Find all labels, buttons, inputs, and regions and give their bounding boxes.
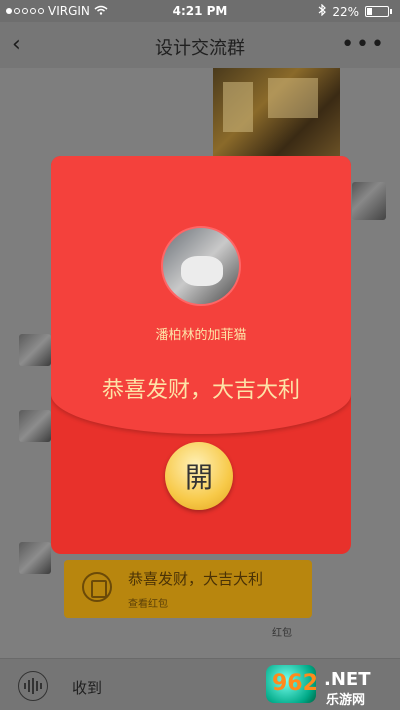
red-packet-icon	[82, 572, 112, 602]
red-envelope-subtitle: 查看红包	[128, 599, 168, 610]
bottom-bar: 收到 962 .NET 乐游网	[0, 658, 400, 710]
battery-tip	[390, 9, 392, 14]
status-right: 22%	[318, 3, 392, 19]
status-bar: VIRGIN 4:21 PM 22%	[0, 0, 400, 22]
packet-top: 潘柏林的加菲猫 恭喜发财，大吉大利	[51, 156, 351, 434]
watermark-site-name: 乐游网	[326, 693, 366, 708]
cat-image	[181, 256, 223, 286]
photo-detail	[268, 78, 318, 118]
watermark-logo: 962 .NET 乐游网	[266, 665, 390, 708]
watermark-suffix: .NET	[324, 669, 371, 690]
red-envelope-message[interactable]: 恭喜发财，大吉大利 查看红包	[64, 560, 312, 618]
page-title: 设计交流群	[155, 38, 245, 59]
photo-detail	[223, 82, 253, 132]
received-label: 收到	[72, 679, 103, 697]
avatar[interactable]	[19, 410, 51, 442]
greeting-text: 恭喜发财，大吉大利	[101, 378, 300, 403]
sender-avatar	[161, 226, 241, 306]
open-button[interactable]: 開	[165, 442, 233, 510]
bluetooth-icon	[318, 3, 327, 19]
more-icon[interactable]: •••	[341, 32, 386, 57]
nav-bar: ‹ 设计交流群 •••	[0, 22, 400, 68]
battery-percent: 22%	[332, 4, 359, 19]
avatar[interactable]	[352, 182, 386, 220]
red-packet-modal: 潘柏林的加菲猫 恭喜发财，大吉大利 開	[51, 156, 351, 554]
photo-message[interactable]	[213, 68, 340, 156]
sender-name: 潘柏林的加菲猫	[155, 328, 247, 343]
watermark-number: 962	[272, 671, 318, 696]
voice-icon[interactable]	[18, 671, 48, 701]
red-envelope-tag: 红包	[272, 628, 292, 639]
red-envelope-title: 恭喜发财，大吉大利	[128, 570, 264, 588]
avatar[interactable]	[19, 334, 51, 366]
battery-icon	[365, 6, 389, 17]
avatar[interactable]	[19, 542, 51, 574]
